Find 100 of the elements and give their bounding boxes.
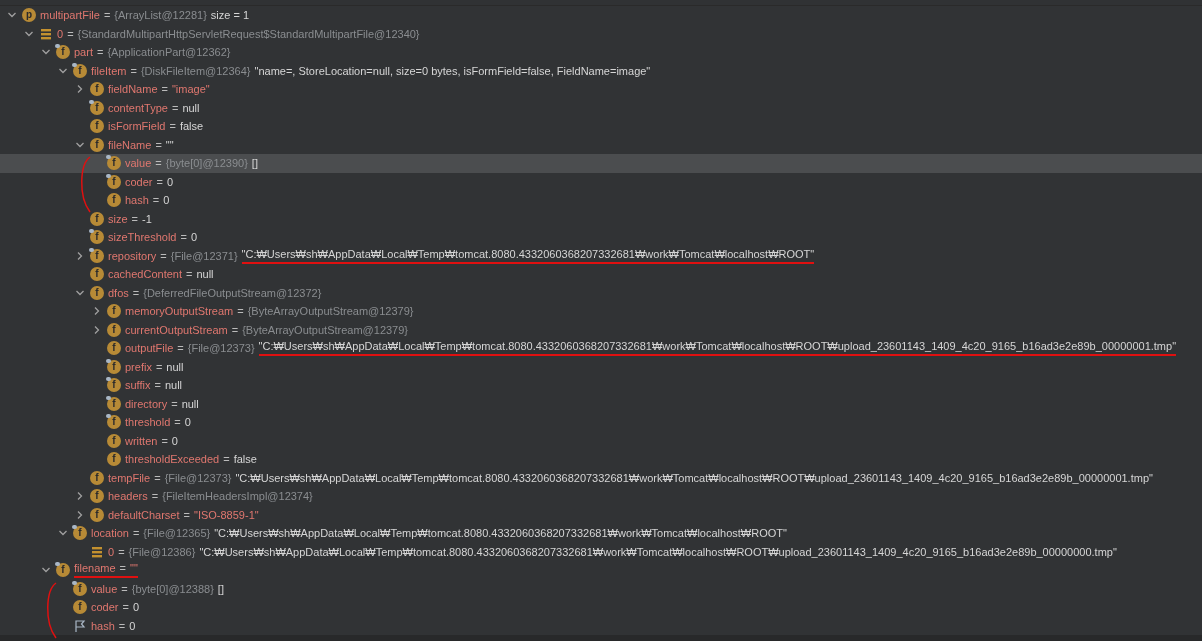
variable-name: cachedContent [108, 268, 182, 281]
equals-sign: = [117, 545, 126, 558]
tree-row[interactable]: f memoryOutputStream = {ByteArrayOutputStream@12379} [0, 302, 1202, 321]
tree-row[interactable]: f suffix = null [0, 376, 1202, 395]
field-icon: f [73, 526, 87, 541]
tree-row[interactable]: f headers = {FileItemHeadersImpl@12374} [0, 487, 1202, 506]
variable-name: part [74, 46, 93, 59]
variable-value: size = 1 [210, 9, 250, 22]
variable-name: coder [125, 175, 153, 188]
type-label: {ByteArrayOutputStream@12379} [247, 305, 414, 318]
field-icon: f [90, 285, 104, 300]
equals-sign: = [153, 471, 162, 484]
variable-value: false [179, 120, 204, 133]
tree-row[interactable]: 0 = {StandardMultipartHttpServletRequest$StandardMultipartFile@12340} [0, 24, 1202, 43]
variable-value: null [182, 101, 200, 114]
tree-row[interactable]: f dfos = {DeferredFileOutputStream@12372} [0, 283, 1202, 302]
tree-row[interactable]: f isFormField = false [0, 117, 1202, 136]
variable-name: sizeThreshold [108, 231, 177, 244]
equals-sign: = [173, 416, 182, 429]
equals-sign: = [160, 83, 169, 96]
type-label: {StandardMultipartHttpServletRequest$StandardMultipartFile@12340} [77, 27, 420, 40]
variable-value: 0 [171, 434, 178, 447]
variable-value: null [164, 379, 183, 392]
tree-row[interactable]: f contentType = null [0, 98, 1202, 117]
equals-sign: = [168, 120, 177, 133]
tree-row[interactable]: f coder = 0 [0, 598, 1202, 617]
variable-name: contentType [108, 101, 168, 114]
equals-sign: = [131, 527, 141, 540]
tree-row[interactable]: 0 = {File@12386} "C:₩Users₩sh₩AppData₩Local₩Temp₩tomcat.8080.4332060368207332681₩work₩Tomcat₩localhost₩ROOT₩upload_23601143_1409_4c20_9165_b16ad3e2e89b_00000000.tmp" [0, 542, 1202, 561]
tree-row[interactable]: f written = 0 [0, 431, 1202, 450]
array-element-icon [90, 544, 104, 559]
tree-row[interactable]: f location = {File@12365} "C:₩Users₩sh₩AppData₩Local₩Temp₩tomcat.8080.4332060368207332681₩work₩Tomcat₩localhost₩ROOT" [0, 524, 1202, 543]
equals-sign: = [118, 562, 127, 575]
tree-row[interactable]: f fileItem = {DiskFileItem@12364} "name=, StoreLocation=null, size=0 bytes, isFormField=false, FieldName=image" [0, 61, 1202, 80]
equals-sign: = [236, 305, 245, 318]
tree-row[interactable]: p multipartFile = {ArrayList@12281} size = 1 [0, 6, 1202, 25]
tree-row[interactable]: f repository = {File@12371} "C:₩Users₩sh₩AppData₩Local₩Temp₩tomcat.8080.4332060368207332681₩work₩Tomcat₩localhost₩ROOT" [0, 246, 1202, 265]
field-icon: f [56, 45, 70, 60]
field-icon: f [107, 433, 121, 448]
variable-value: "C:₩Users₩sh₩AppData₩Local₩Temp₩tomcat.8080.4332060368207332681₩work₩Tomcat₩localhost₩ROOT₩upload_23601143_1409_4c20_9165_b16ad3e2e89b_00000001.tmp" [258, 340, 1177, 357]
tree-row[interactable]: f hash = 0 [0, 191, 1202, 210]
variable-name: filename [74, 562, 116, 575]
tree-row[interactable]: f threshold = 0 [0, 413, 1202, 432]
tree-row[interactable]: f thresholdExceeded = false [0, 450, 1202, 469]
field-icon: f [107, 341, 121, 356]
equals-sign: = [66, 27, 75, 40]
tree-row[interactable]: f tempFile = {File@12373} "C:₩Users₩sh₩AppData₩Local₩Temp₩tomcat.8080.4332060368207332681₩work₩Tomcat₩localhost₩ROOT₩upload_23601143_1409_4c20_9165_b16ad3e2e89b_00000001.tmp" [0, 468, 1202, 487]
tree-row[interactable]: f outputFile = {File@12373} "C:₩Users₩sh₩AppData₩Local₩Temp₩tomcat.8080.4332060368207332681₩work₩Tomcat₩localhost₩ROOT₩upload_23601143_1409_4c20_9165_b16ad3e2e89b_00000001.tmp" [0, 339, 1202, 358]
variable-value: "C:₩Users₩sh₩AppData₩Local₩Temp₩tomcat.8080.4332060368207332681₩work₩Tomcat₩localhost₩ROOT" [241, 247, 815, 264]
variable-name: hash [125, 194, 149, 207]
variable-value: "ISO-8859-1" [194, 508, 259, 521]
tree-row[interactable]: f value = {byte[0]@12388} [] [0, 579, 1202, 598]
field-icon: f [90, 489, 104, 504]
variable-value: 0 [163, 194, 170, 207]
array-element-icon [39, 26, 53, 41]
type-label: {FileItemHeadersImpl@12374} [162, 490, 313, 503]
variable-name: value [91, 582, 118, 595]
tree-row[interactable]: f fileName = "" [0, 135, 1202, 154]
tree-row[interactable]: f size = -1 [0, 209, 1202, 228]
field-icon: f [90, 119, 104, 134]
type-label: {byte[0]@12388} [131, 582, 214, 595]
equals-sign: = [130, 212, 139, 225]
tree-row[interactable]: f coder = 0 [0, 172, 1202, 191]
tree-row[interactable]: f sizeThreshold = 0 [0, 228, 1202, 247]
equals-sign: = [154, 157, 163, 170]
variable-value: "" [130, 562, 138, 575]
variable-value: null [181, 397, 199, 410]
tree-row[interactable]: f cachedContent = null [0, 265, 1202, 284]
tree-row[interactable]: hash = 0 [0, 616, 1202, 635]
variable-name: thresholdExceeded [125, 453, 220, 466]
variable-name: outputFile [125, 342, 174, 355]
field-icon: f [90, 507, 104, 522]
equals-sign: = [153, 379, 162, 392]
variable-name: written [125, 434, 158, 447]
tree-row[interactable]: f filename = "" [0, 561, 1202, 580]
variable-name: headers [108, 490, 148, 503]
variable-name: directory [125, 397, 168, 410]
variable-value: null [166, 360, 184, 373]
tree-row[interactable]: f currentOutputStream = {ByteArrayOutputStream@12379} [0, 320, 1202, 339]
variable-name: memoryOutputStream [125, 305, 234, 318]
tree-row[interactable]: f prefix = null [0, 357, 1202, 376]
variable-name: coder [91, 601, 119, 614]
variable-name: location [91, 527, 129, 540]
field-icon: f [90, 137, 104, 152]
parameter-icon: p [22, 8, 36, 23]
equals-sign: = [154, 360, 164, 373]
equals-sign: = [121, 601, 130, 614]
tree-row[interactable]: f fieldName = "image" [0, 80, 1202, 99]
tree-row[interactable]: f directory = null [0, 394, 1202, 413]
tree-row[interactable]: f defaultCharset = "ISO-8859-1" [0, 505, 1202, 524]
variable-name: hash [91, 619, 115, 632]
type-label: {File@12373} [187, 342, 255, 355]
variable-name: size [108, 212, 128, 225]
tree-row[interactable]: f part = {ApplicationPart@12362} [0, 43, 1202, 62]
variable-value: "C:₩Users₩sh₩AppData₩Local₩Temp₩tomcat.8080.4332060368207332681₩work₩Tomcat₩localhost₩ROOT₩upload_23601143_1409_4c20_9165_b16ad3e2e89b_00000001.tmp" [235, 471, 1153, 484]
equals-sign: = [185, 268, 194, 281]
field-icon: f [107, 322, 121, 337]
equals-sign: = [154, 138, 163, 151]
equals-sign: = [176, 342, 185, 355]
tree-row[interactable]: f value = {byte[0]@12390} [] [0, 154, 1202, 173]
